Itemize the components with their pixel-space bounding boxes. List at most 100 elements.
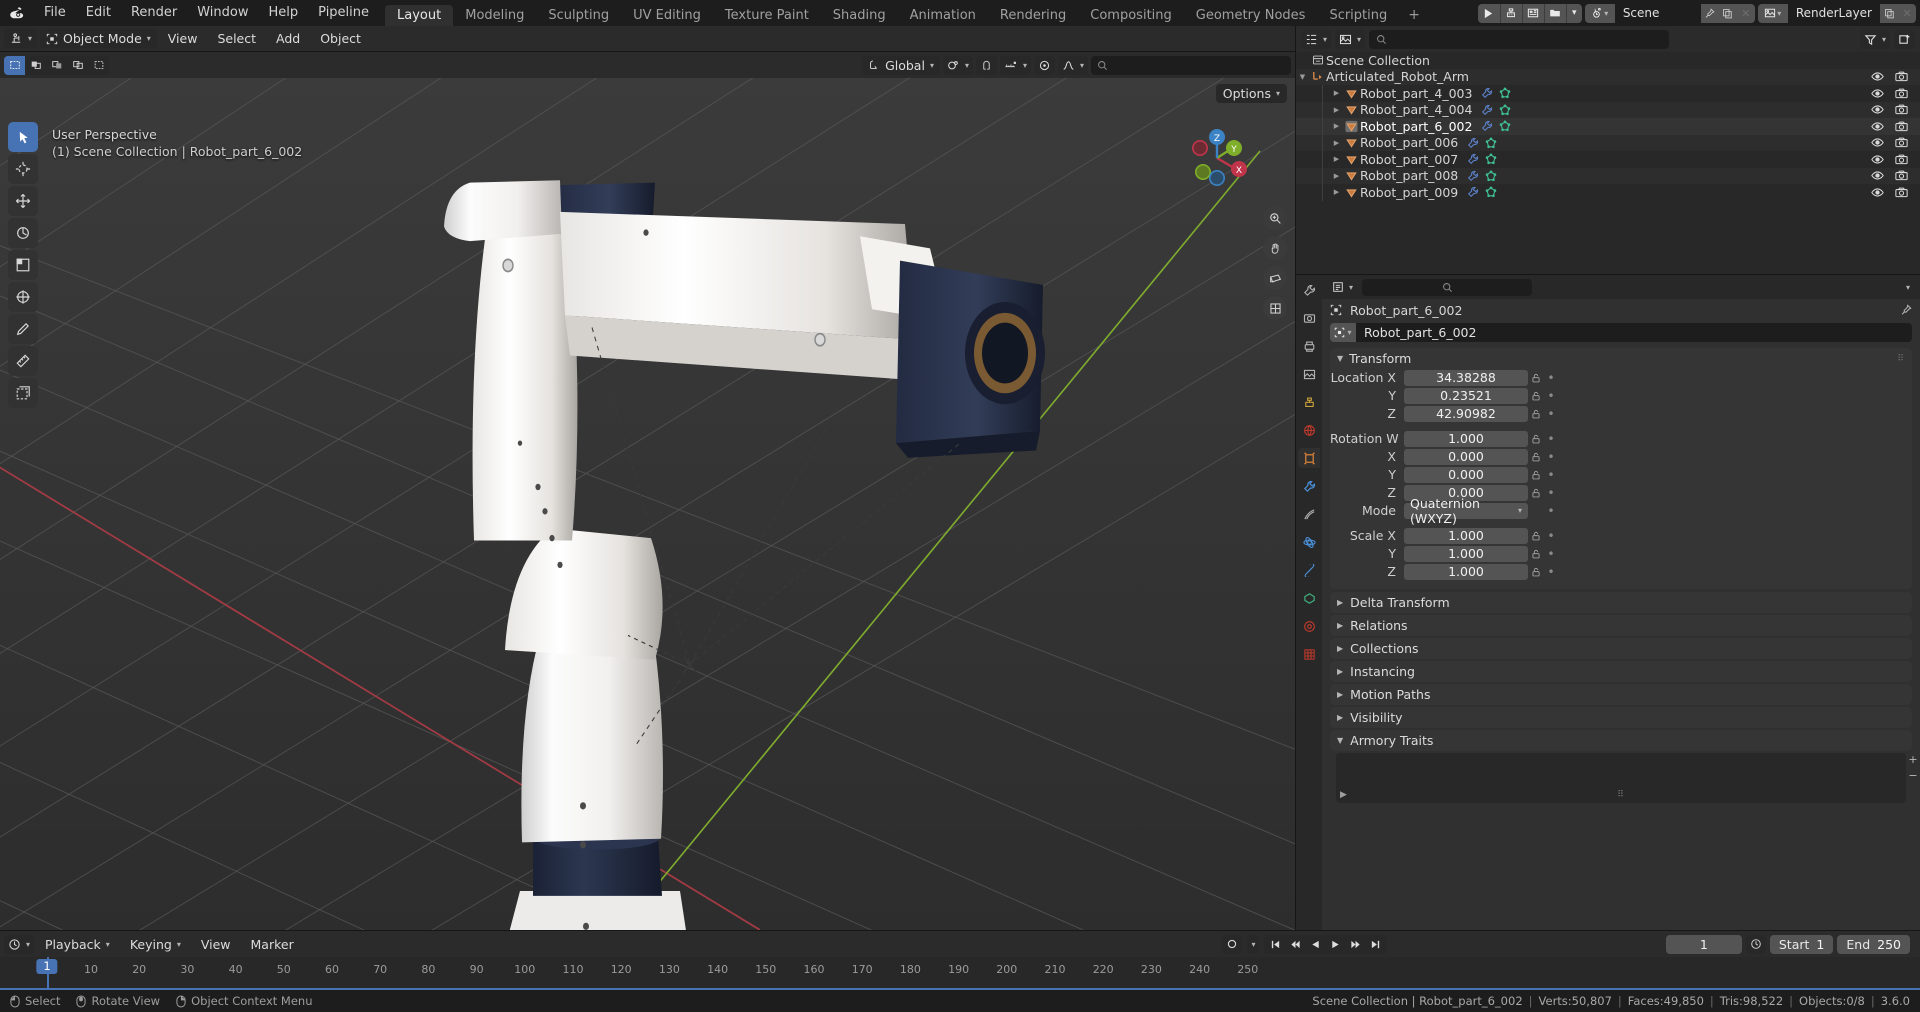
- add-cube-tool-icon[interactable]: [8, 378, 38, 408]
- timeline-menu-keying[interactable]: Keying ▾: [121, 935, 190, 954]
- timeline-menu-marker[interactable]: Marker: [242, 935, 303, 954]
- next-keyframe-icon[interactable]: [1346, 935, 1365, 954]
- rotation-mode-dropdown[interactable]: Quaternion (WXYZ) ▾: [1404, 496, 1528, 526]
- pivot-point-selector[interactable]: ▾: [942, 55, 973, 75]
- animate-dot-icon[interactable]: •: [1544, 547, 1558, 561]
- armory-add-remove[interactable]: + −: [1906, 753, 1920, 782]
- outliner-tree[interactable]: Scene Collection ▼ Articulated_Robot_Arm: [1296, 52, 1920, 274]
- jump-to-end-icon[interactable]: [1366, 935, 1385, 954]
- modifier-icon[interactable]: [1481, 87, 1493, 99]
- scene-properties-icon[interactable]: [1499, 3, 1522, 23]
- panel-armory-traits[interactable]: ▼ Armory Traits: [1330, 730, 1912, 751]
- panel-collections[interactable]: ▶ Collections: [1330, 638, 1912, 659]
- keying-popover-icon[interactable]: ▾: [1247, 934, 1260, 954]
- menu-edit[interactable]: Edit: [76, 0, 121, 26]
- viewport-menu-add[interactable]: Add: [267, 29, 309, 48]
- animate-dot-icon[interactable]: •: [1544, 468, 1558, 482]
- scale-value-field[interactable]: 1.000: [1404, 545, 1528, 562]
- panel-motion-paths[interactable]: ▶ Motion Paths: [1330, 684, 1912, 705]
- new-viewlayer-icon[interactable]: [1880, 3, 1898, 23]
- animate-dot-icon[interactable]: •: [1544, 504, 1558, 518]
- tab-animation[interactable]: Animation: [898, 5, 988, 26]
- object-name-field[interactable]: Robot_part_6_002: [1356, 323, 1912, 342]
- armory-expand-row[interactable]: ▶: [1340, 790, 1347, 800]
- outliner-row-object[interactable]: ▶ Robot_part_6_002: [1296, 118, 1920, 135]
- object-mode-selector[interactable]: Object Mode ▾: [40, 29, 157, 48]
- timeline-editor-type-icon[interactable]: ▾: [4, 934, 35, 954]
- pan-hand-icon[interactable]: [1263, 236, 1287, 260]
- animate-dot-icon[interactable]: •: [1544, 450, 1558, 464]
- start-frame-field[interactable]: Start 1: [1769, 934, 1834, 954]
- object-disclosure-icon[interactable]: ▶: [1330, 172, 1343, 180]
- animate-dot-icon[interactable]: •: [1544, 389, 1558, 403]
- animate-dot-icon[interactable]: •: [1544, 371, 1558, 385]
- mesh-data-icon[interactable]: [1485, 153, 1497, 165]
- toggle-ortho-icon[interactable]: [1263, 296, 1287, 320]
- camera-render-icon[interactable]: [1895, 88, 1908, 99]
- editor-type-selector[interactable]: ▾: [4, 29, 39, 48]
- play-reverse-icon[interactable]: [1306, 935, 1325, 954]
- drag-grip-icon[interactable]: ⠿: [1897, 354, 1905, 364]
- object-disclosure-icon[interactable]: ▶: [1330, 122, 1343, 130]
- camera-render-icon[interactable]: [1895, 137, 1908, 148]
- tool-properties-tab[interactable]: [1298, 280, 1320, 300]
- scene-name-field[interactable]: Scene: [1614, 3, 1701, 23]
- particle-properties-tab[interactable]: [1298, 504, 1320, 524]
- blender-logo-icon[interactable]: [0, 0, 34, 26]
- eye-icon[interactable]: [1871, 187, 1884, 198]
- tab-rendering[interactable]: Rendering: [988, 5, 1078, 26]
- animate-dot-icon[interactable]: •: [1544, 407, 1558, 421]
- plus-icon[interactable]: +: [1908, 753, 1917, 766]
- lock-icon[interactable]: [1528, 469, 1544, 481]
- camera-render-icon[interactable]: [1895, 154, 1908, 165]
- outliner-row-object[interactable]: ▶ Robot_part_4_004: [1296, 101, 1920, 118]
- viewlayer-icon[interactable]: ▾: [1757, 3, 1788, 23]
- transform-panel-header[interactable]: ▼ Transform ⠿: [1330, 348, 1912, 369]
- pin-icon[interactable]: [1700, 3, 1719, 23]
- animate-dot-icon[interactable]: •: [1544, 432, 1558, 446]
- eye-icon[interactable]: [1871, 137, 1884, 148]
- tab-scripting[interactable]: Scripting: [1317, 5, 1399, 26]
- texture-properties-tab[interactable]: [1298, 644, 1320, 664]
- eye-icon[interactable]: [1871, 88, 1884, 99]
- eye-icon[interactable]: [1871, 104, 1884, 115]
- lock-icon[interactable]: [1528, 433, 1544, 445]
- constraint-properties-tab[interactable]: [1298, 560, 1320, 580]
- annotate-tool-icon[interactable]: [8, 314, 38, 344]
- scene-icon[interactable]: ▾: [1584, 3, 1615, 23]
- eye-icon[interactable]: [1871, 154, 1884, 165]
- minus-icon[interactable]: −: [1908, 769, 1917, 782]
- outliner-display-mode-icon[interactable]: ▾: [1335, 29, 1366, 49]
- timeline-ruler[interactable]: 10 20 30 40 50 60 70 80 90 100 110 120 130 140 150 160 1…: [0, 957, 1920, 990]
- viewport-search-field[interactable]: [1091, 55, 1291, 75]
- animate-dot-icon[interactable]: •: [1544, 486, 1558, 500]
- object-disclosure-icon[interactable]: ▶: [1330, 155, 1343, 163]
- collection-disclosure-icon[interactable]: ▼: [1296, 73, 1309, 81]
- rotation-value-field[interactable]: 0.000: [1404, 466, 1528, 483]
- properties-editor-type-icon[interactable]: ▾: [1328, 278, 1357, 297]
- properties-options-icon[interactable]: ▾: [1901, 277, 1914, 297]
- panel-instancing[interactable]: ▶ Instancing: [1330, 661, 1912, 682]
- viewlayer-name-field[interactable]: RenderLayer: [1787, 3, 1880, 23]
- panel-visibility[interactable]: ▶ Visibility: [1330, 707, 1912, 728]
- new-scene-icon[interactable]: [1718, 3, 1737, 23]
- transform-tool-icon[interactable]: [8, 282, 38, 312]
- viewport-menu-object[interactable]: Object: [311, 29, 370, 48]
- object-disclosure-icon[interactable]: ▶: [1330, 89, 1343, 97]
- mesh-data-icon[interactable]: [1499, 104, 1511, 116]
- timeline-menu-view[interactable]: View: [192, 935, 240, 954]
- viewlayer-properties-icon[interactable]: [1521, 3, 1544, 23]
- transform-orientation-selector[interactable]: Global ▾: [862, 55, 940, 75]
- new-collection-icon[interactable]: [1894, 29, 1915, 49]
- eye-icon[interactable]: [1871, 121, 1884, 132]
- menu-pipeline[interactable]: Pipeline: [308, 0, 379, 26]
- location-value-field[interactable]: 42.90982: [1404, 405, 1528, 422]
- resize-grip-icon[interactable]: ⠿: [1617, 790, 1625, 800]
- cursor-tool-icon[interactable]: [8, 154, 38, 184]
- zoom-icon[interactable]: [1263, 206, 1287, 230]
- delete-viewlayer-icon[interactable]: ✕: [1898, 3, 1916, 23]
- camera-render-icon[interactable]: [1895, 71, 1908, 82]
- jump-to-start-icon[interactable]: [1266, 935, 1285, 954]
- prev-keyframe-icon[interactable]: [1286, 935, 1305, 954]
- lock-icon[interactable]: [1528, 372, 1544, 384]
